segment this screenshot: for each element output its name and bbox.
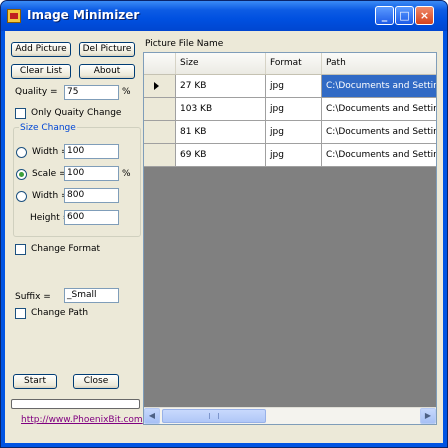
grid-corner	[144, 53, 176, 74]
scale-input[interactable]: 100	[64, 166, 119, 181]
scroll-thumb[interactable]	[162, 409, 266, 423]
width2-input[interactable]: 800	[64, 188, 119, 203]
scroll-left-icon[interactable]: ◀	[144, 408, 160, 424]
window-title: Image Minimizer	[27, 8, 140, 22]
clear-list-button[interactable]: Clear List	[11, 64, 71, 79]
cell-path[interactable]: C:\Documents and Settings	[322, 121, 436, 144]
table-row[interactable]: 103 KB jpg C:\Documents and Settings	[144, 98, 436, 121]
title-bar[interactable]: Image Minimizer _ □ ×	[1, 1, 447, 31]
cell-size[interactable]: 103 KB	[176, 98, 266, 121]
cell-path[interactable]: C:\Documents and Settings	[322, 75, 436, 98]
app-window: Image Minimizer _ □ × Add Picture Del Pi…	[0, 0, 448, 448]
scale-label: Scale =	[32, 169, 67, 179]
app-icon[interactable]	[7, 9, 21, 23]
scroll-right-icon[interactable]: ▶	[420, 408, 436, 424]
change-path-checkbox[interactable]	[15, 308, 26, 319]
size-change-title: Size Change	[19, 123, 77, 133]
del-picture-button[interactable]: Del Picture	[79, 42, 135, 57]
table-row[interactable]: 27 KB jpg C:\Documents and Settings	[144, 75, 436, 98]
cell-format[interactable]: jpg	[266, 75, 322, 98]
row-header[interactable]	[144, 121, 176, 144]
about-button[interactable]: About	[79, 64, 135, 79]
width-radio[interactable]	[16, 147, 27, 158]
quality-label: Quality =	[15, 87, 58, 97]
scale-unit: %	[122, 169, 131, 179]
website-link[interactable]: http://www.PhoenixBit.com	[21, 415, 143, 425]
cell-size[interactable]: 27 KB	[176, 75, 266, 98]
change-path-label: Change Path	[31, 308, 89, 318]
close-button[interactable]: Close	[73, 374, 119, 389]
progress-bar	[11, 399, 140, 409]
width-height-radio[interactable]	[16, 191, 27, 202]
column-header-size[interactable]: Size	[176, 53, 266, 74]
column-header-path[interactable]: Path	[322, 53, 436, 74]
change-format-label: Change Format	[31, 244, 101, 254]
change-format-checkbox[interactable]	[15, 244, 26, 255]
minimize-button[interactable]: _	[375, 6, 394, 25]
scale-radio[interactable]	[16, 169, 27, 180]
column-header-format[interactable]: Format	[266, 53, 322, 74]
cell-path[interactable]: C:\Documents and Settings	[322, 98, 436, 121]
list-title: Picture File Name	[145, 39, 224, 49]
quality-unit: %	[122, 87, 131, 97]
row-header[interactable]	[144, 75, 176, 98]
add-picture-button[interactable]: Add Picture	[11, 42, 71, 57]
cell-path[interactable]: C:\Documents and Settings	[322, 144, 436, 167]
horizontal-scrollbar[interactable]: ◀ ▶	[144, 407, 436, 424]
only-quality-label: Only Quaity Change	[31, 108, 122, 118]
maximize-button[interactable]: □	[395, 6, 414, 25]
cell-format[interactable]: jpg	[266, 121, 322, 144]
current-row-arrow-icon	[154, 82, 159, 90]
width-input[interactable]: 100	[64, 144, 119, 159]
grid-header: Size Format Path	[144, 53, 436, 75]
height-input[interactable]: 600	[64, 210, 119, 225]
cell-size[interactable]: 81 KB	[176, 121, 266, 144]
cell-format[interactable]: jpg	[266, 144, 322, 167]
picture-grid[interactable]: Size Format Path 27 KB jpg C:\Documents …	[143, 52, 437, 425]
suffix-label: Suffix =	[15, 292, 51, 302]
client-area: Add Picture Del Picture Clear List About…	[5, 31, 443, 443]
row-header[interactable]	[144, 98, 176, 121]
start-button[interactable]: Start	[13, 374, 57, 389]
only-quality-checkbox[interactable]	[15, 108, 26, 119]
table-row[interactable]: 69 KB jpg C:\Documents and Settings	[144, 144, 436, 167]
row-header[interactable]	[144, 144, 176, 167]
quality-input[interactable]: 75	[64, 85, 119, 100]
close-window-button[interactable]: ×	[415, 6, 434, 25]
table-row[interactable]: 81 KB jpg C:\Documents and Settings	[144, 121, 436, 144]
suffix-input[interactable]: _Small	[64, 288, 119, 303]
cell-size[interactable]: 69 KB	[176, 144, 266, 167]
cell-format[interactable]: jpg	[266, 98, 322, 121]
